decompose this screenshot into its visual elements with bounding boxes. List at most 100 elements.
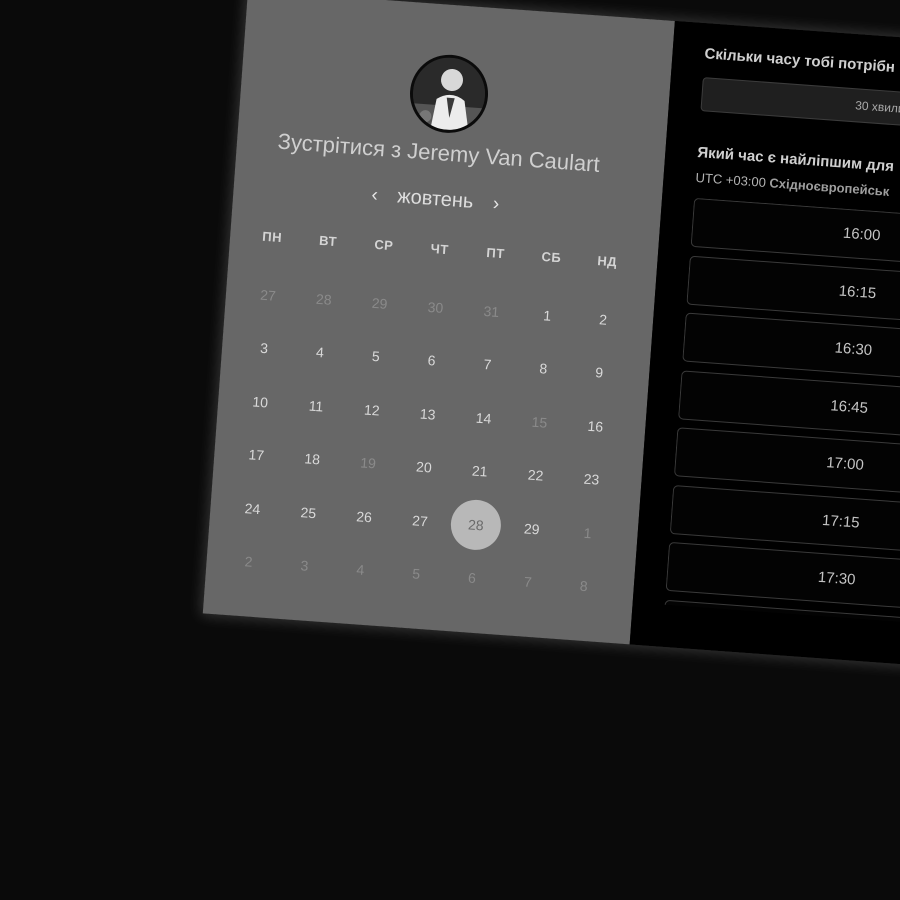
weekday-label: НД [596,253,618,270]
calendar-day[interactable]: 13 [398,385,458,442]
time-selection-panel: Скільки часу тобі потрібн 30 хвилин Який… [629,20,900,679]
calendar-day: 30 [406,278,466,335]
calendar-day[interactable]: 5 [346,328,406,385]
calendar-day: 3 [275,537,335,594]
calendar-day[interactable]: 23 [562,451,622,508]
day-number: 5 [371,348,381,365]
calendar-day: 1 [558,504,618,561]
day-number: 30 [427,298,444,316]
calendar-day: 29 [350,274,410,331]
day-number: 18 [303,450,321,468]
day-number: 4 [355,561,365,579]
duration-value: 30 хвилин [854,98,900,117]
time-slot-label: 17:30 [817,568,857,589]
calendar-day[interactable]: 1 [517,287,577,344]
calendar-day[interactable]: 21 [450,443,510,500]
calendar-day[interactable]: 27 [390,492,450,549]
calendar-day[interactable]: 4 [290,324,350,381]
weekday-label: ПН [261,228,283,246]
time-slot-label: 17:00 [825,454,865,474]
calendar-day-grid: 27 28 29 30 31 1 2 3 4 5 6 7 8 9 10 11 12 13 14 15 16 17 18 19 2… [219,266,633,615]
day-number: 16 [587,417,604,435]
day-number: 3 [259,340,269,357]
calendar-day: 27 [238,266,298,323]
day-number: 11 [308,397,324,415]
weekday-label: СР [373,236,394,254]
scheduler-stage: Зустрітися з Jeremy Van Caulart ‹ жовтен… [0,0,900,900]
host-photo-icon [410,55,488,133]
day-number: 7 [523,573,533,591]
day-number: 2 [244,553,254,571]
calendar-day[interactable]: 14 [454,389,514,446]
calendar-day: 19 [338,434,398,491]
calendar-day: 2 [219,533,279,590]
day-number: 8 [538,360,548,377]
weekday-label: СБ [541,248,562,266]
calendar-day[interactable]: 26 [334,488,394,545]
calendar-day[interactable]: 18 [282,430,342,487]
timezone-label[interactable]: UTC +03:00 Східноєвропейськ [695,170,890,199]
calendar-day[interactable]: 25 [278,484,338,541]
day-number: 4 [315,344,325,361]
calendar-day: 4 [330,541,390,598]
meeting-title: Зустрітися з Jeremy Van Caulart [236,126,641,181]
weekday-label: ВТ [318,232,338,250]
calendar-day[interactable]: 7 [458,336,518,393]
calendar-day: 8 [554,557,614,614]
calendar-day[interactable]: 6 [402,332,462,389]
time-slot-list: 16:00 16:15 16:30 16:45 17:00 17:15 17:30 [664,197,900,636]
day-number: 25 [299,503,317,522]
calendar-day[interactable]: 11 [286,377,346,434]
time-question: Який час є найліпшим для [696,143,895,176]
day-number: 31 [483,302,500,320]
day-number: 20 [415,458,433,476]
duration-question: Скільки часу тобі потрібн [703,45,896,76]
calendar-day[interactable]: 3 [234,320,294,377]
day-number: 2 [598,311,608,328]
day-number: 17 [248,446,265,464]
day-number: 28 [449,497,503,552]
day-number: 9 [594,364,604,381]
calendar-day[interactable]: 10 [230,373,290,430]
selected-day[interactable]: 28 [446,496,506,553]
calendar-day[interactable]: 9 [569,344,629,401]
calendar-day: 31 [462,282,522,339]
day-number: 6 [427,352,437,369]
next-month-button[interactable]: › [478,192,514,216]
calendar-day[interactable]: 17 [227,426,287,483]
calendar-day[interactable]: 8 [514,340,574,397]
weekday-header: ПН ВТ СР ЧТ ПТ СБ НД [244,227,636,270]
host-name: Jeremy Van Caulart [406,137,601,177]
day-number: 29 [371,294,389,312]
calendar-day[interactable]: 22 [506,447,566,504]
day-number: 15 [531,413,548,431]
day-number: 29 [523,520,541,538]
time-slot-label: 16:45 [829,396,869,417]
booking-card: Зустрітися з Jeremy Van Caulart ‹ жовтен… [202,0,900,679]
calendar-day[interactable]: 2 [573,291,633,348]
calendar-day[interactable]: 12 [342,381,402,438]
day-number: 7 [483,356,492,373]
prev-month-button[interactable]: ‹ [357,183,393,207]
calendar-day[interactable]: 16 [565,397,625,454]
day-number: 5 [411,565,421,583]
timezone-name: Східноєвропейськ [768,175,890,199]
duration-select[interactable]: 30 хвилин [700,77,900,142]
calendar-day[interactable]: 20 [394,439,454,496]
calendar-day[interactable]: 29 [502,500,562,557]
day-number: 26 [355,507,373,526]
calendar-panel: Зустрітися з Jeremy Van Caulart ‹ жовтен… [202,0,675,645]
calendar-day[interactable]: 24 [223,480,283,537]
calendar-day: 5 [386,545,446,602]
day-number: 1 [583,524,593,542]
timezone-offset: UTC +03:00 [695,169,767,190]
calendar-day: 28 [294,270,354,327]
time-slot-label: 17:15 [821,511,861,532]
day-number: 3 [300,557,309,575]
day-number: 24 [244,499,261,517]
weekday-label: ЧТ [430,240,450,258]
day-number: 6 [467,569,477,587]
day-number: 1 [542,306,552,324]
meeting-title-prefix: Зустрітися з [276,128,403,163]
calendar-day: 7 [498,553,558,610]
